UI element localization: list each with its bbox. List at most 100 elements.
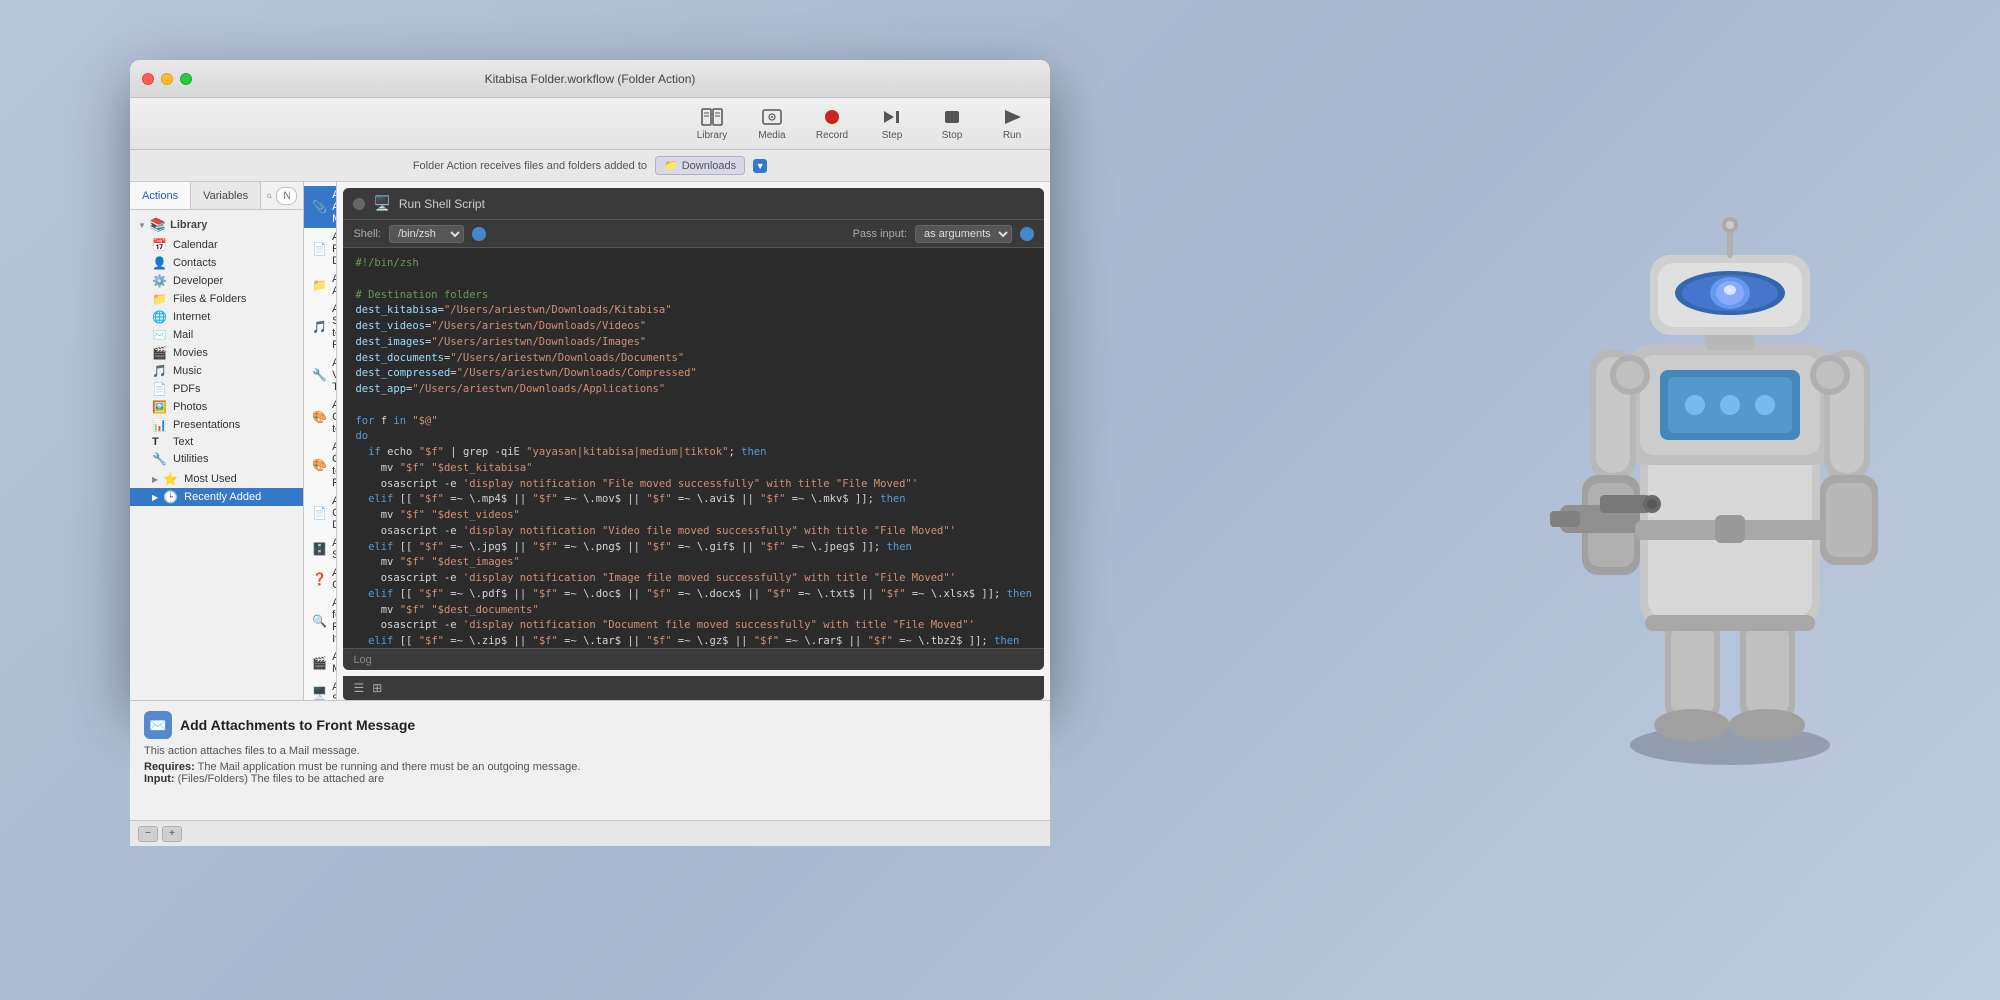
action-item-apply-quartz-images[interactable]: 🎨 Apply Quartz...r to Image Files	[304, 438, 336, 492]
action-item-ask-finder[interactable]: 🔍 Ask for Finder Items	[304, 594, 336, 648]
action-item-add-attachment[interactable]: 📎 Add Attachme...ront Message	[304, 186, 336, 228]
sidebar-item-recently-added[interactable]: ▶ 🕒 Recently Added	[130, 488, 303, 506]
script-toolbar: Shell: /bin/zsh /bin/bash /bin/sh Pass i…	[343, 220, 1044, 248]
library-folder-icon: 📚	[150, 217, 166, 233]
code-line-mv2: mv "$f" "$dest_videos"	[355, 508, 1032, 524]
music-label: Music	[173, 365, 202, 377]
close-button[interactable]	[142, 73, 154, 85]
minus-button[interactable]: −	[138, 826, 158, 842]
step-button[interactable]: Step	[870, 106, 914, 141]
shell-select[interactable]: /bin/zsh /bin/bash /bin/sh	[389, 225, 464, 243]
stop-icon	[938, 106, 966, 128]
pass-input-select[interactable]: as arguments to stdin	[915, 225, 1012, 243]
plus-icon: +	[169, 828, 175, 839]
action-item-add-versioning[interactable]: 🔧 Add Versioning Tool	[304, 354, 336, 396]
code-line-dest2: dest_videos="/Users/ariestwn/Downloads/V…	[355, 319, 1032, 335]
code-line-elif3: elif [[ "$f" =~ \.pdf$ || "$f" =~ \.doc$…	[355, 587, 1032, 603]
maximize-button[interactable]	[180, 73, 192, 85]
sidebar-item-developer[interactable]: ⚙️ Developer	[130, 272, 303, 290]
pass-input-info-button[interactable]	[1020, 227, 1034, 241]
sidebar-item-mail[interactable]: ✉️ Mail	[130, 326, 303, 344]
plus-button[interactable]: +	[162, 826, 182, 842]
step-label: Step	[882, 130, 903, 141]
tab-actions[interactable]: Actions	[130, 182, 191, 209]
most-used-arrow: ▶	[152, 475, 158, 484]
contacts-label: Contacts	[173, 257, 216, 269]
action-item-apply-sql[interactable]: 🗄️ Apply SQL	[304, 534, 336, 564]
add-album-icon: 📁	[312, 278, 326, 292]
editor-bottom-bar: ☰ ⊞	[343, 676, 1044, 700]
pdfs-icon: 📄	[152, 382, 168, 396]
run-button[interactable]: Run	[990, 106, 1034, 141]
code-line-do: do	[355, 429, 1032, 445]
sidebar-item-presentations[interactable]: 📊 Presentations	[130, 416, 303, 434]
action-item-add-songs[interactable]: 🎵 Add Songs to Playlist	[304, 300, 336, 354]
sidebar-item-movies[interactable]: 🎬 Movies	[130, 344, 303, 362]
sidebar-item-photos[interactable]: 🖼️ Photos	[130, 398, 303, 416]
code-line-mv4: mv "$f" "$dest_documents"	[355, 603, 1032, 619]
apply-sql-icon: 🗄️	[312, 542, 326, 556]
action-item-apply-quartz-pdf[interactable]: 📄 Apply Quartz...DF Documents	[304, 492, 336, 534]
library-section-header[interactable]: ▼ 📚 Library	[130, 214, 303, 236]
script-close-button[interactable]	[353, 198, 365, 210]
record-button[interactable]: Record	[810, 106, 854, 141]
folder-selector[interactable]: 📁 Downloads	[655, 156, 745, 175]
code-line-elif2: elif [[ "$f" =~ \.jpg$ || "$f" =~ \.png$…	[355, 540, 1032, 556]
photos-label: Photos	[173, 401, 207, 413]
code-area[interactable]: #!/bin/zsh # Destination folders dest_ki…	[343, 248, 1044, 648]
code-line-os4: osascript -e 'display notification "Docu…	[355, 618, 1032, 634]
action-item-ask-servers[interactable]: 🖥️ Ask For Servers	[304, 678, 336, 700]
tab-variables[interactable]: Variables	[191, 182, 261, 209]
minimize-button[interactable]	[161, 73, 173, 85]
media-button[interactable]: Media	[750, 106, 794, 141]
media-icon	[758, 106, 786, 128]
utilities-icon: 🔧	[152, 452, 168, 466]
action-item-ask-confirmation[interactable]: ❓ Ask for Confirmation	[304, 564, 336, 594]
sidebar-item-most-used[interactable]: ▶ ⭐ Most Used	[130, 470, 303, 488]
search-input[interactable]	[276, 187, 297, 205]
toolbar: Library Media Record	[130, 98, 1050, 150]
folder-name: Downloads	[682, 160, 736, 172]
editor-grid-icon[interactable]: ⊞	[372, 681, 382, 695]
action-item-ask-movies[interactable]: 🎬 Ask for Movies	[304, 648, 336, 678]
library-button[interactable]: Library	[690, 106, 734, 141]
utilities-label: Utilities	[173, 453, 208, 465]
shell-info-button[interactable]	[472, 227, 486, 241]
sidebar-item-internet[interactable]: 🌐 Internet	[130, 308, 303, 326]
action-item-add-grid-pdf[interactable]: 📄 Add Grid to PDF Documents	[304, 228, 336, 270]
sidebar-item-text[interactable]: T Text	[130, 434, 303, 450]
code-line-if1: if echo "$f" | grep -qiE "yayasan|kitabi…	[355, 445, 1032, 461]
search-icon	[267, 190, 272, 202]
folder-action-expand[interactable]: ▼	[753, 159, 767, 173]
library-label: Library	[697, 130, 728, 141]
most-used-label: Most Used	[184, 473, 237, 485]
sidebar-item-files-folders[interactable]: 📁 Files & Folders	[130, 290, 303, 308]
code-line-dest5: dest_compressed="/Users/ariestwn/Downloa…	[355, 366, 1032, 382]
sidebar-item-calendar[interactable]: 📅 Calendar	[130, 236, 303, 254]
stop-button[interactable]: Stop	[930, 106, 974, 141]
sidebar-item-pdfs[interactable]: 📄 PDFs	[130, 380, 303, 398]
run-label: Run	[1003, 130, 1021, 141]
action-detail: ✉️ Add Attachments to Front Message This…	[130, 700, 1050, 820]
action-detail-title: Add Attachments to Front Message	[180, 717, 415, 733]
library-section: ▼ 📚 Library 📅 Calendar 👤 Contacts ⚙️	[130, 214, 303, 468]
action-item-add-album[interactable]: 📁 Add Album	[304, 270, 336, 300]
sidebar-item-utilities[interactable]: 🔧 Utilities	[130, 450, 303, 468]
sidebar-item-contacts[interactable]: 👤 Contacts	[130, 254, 303, 272]
sidebar-item-music[interactable]: 🎵 Music	[130, 362, 303, 380]
script-header: 🖥️ Run Shell Script	[343, 188, 1044, 220]
developer-label: Developer	[173, 275, 223, 287]
presentations-icon: 📊	[152, 418, 168, 432]
editor-list-icon[interactable]: ☰	[353, 681, 364, 695]
main-window: Kitabisa Folder.workflow (Folder Action)…	[130, 60, 1050, 700]
record-icon	[818, 106, 846, 128]
main-content: Actions Variables ▼	[130, 182, 1050, 700]
library-section-label: Library	[170, 219, 207, 231]
movies-icon: 🎬	[152, 346, 168, 360]
action-detail-icon: ✉️	[144, 711, 172, 739]
code-line-dest3: dest_images="/Users/ariestwn/Downloads/I…	[355, 335, 1032, 351]
action-item-apply-colorsy[interactable]: 🎨 Apply ColorSy...file to Images	[304, 396, 336, 438]
internet-icon: 🌐	[152, 310, 168, 324]
code-line-dest4: dest_documents="/Users/ariestwn/Download…	[355, 351, 1032, 367]
text-label: Text	[173, 436, 193, 448]
